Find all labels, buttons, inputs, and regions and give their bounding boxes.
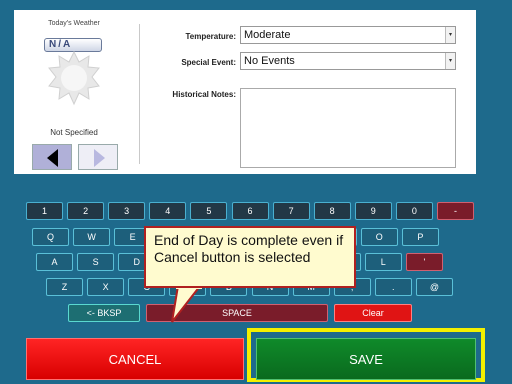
key-0-5[interactable]: 6 xyxy=(231,202,269,220)
weather-title: Today's Weather xyxy=(48,20,100,27)
weather-status: Not Specified xyxy=(50,128,98,137)
clear-key[interactable]: Clear xyxy=(334,304,412,322)
key-0-1[interactable]: 2 xyxy=(67,202,105,220)
weather-panel: Today's Weather N/A Not Specified Temper… xyxy=(14,10,476,174)
key-0-6[interactable]: 7 xyxy=(272,202,310,220)
sun-icon xyxy=(48,50,100,106)
key-1-9[interactable]: P xyxy=(401,228,439,246)
key-2-9[interactable]: ' xyxy=(405,253,443,271)
key-1-0[interactable]: Q xyxy=(32,228,69,246)
backspace-key[interactable]: <- BKSP xyxy=(68,304,140,322)
historical-notes-field[interactable] xyxy=(240,88,456,168)
historical-notes-label: Historical Notes: xyxy=(172,90,236,99)
key-0-10[interactable]: - xyxy=(437,202,474,220)
key-3-9[interactable]: @ xyxy=(415,278,453,296)
key-3-1[interactable]: X xyxy=(87,278,125,296)
key-0-8[interactable]: 9 xyxy=(354,202,392,220)
special-event-label: Special Event: xyxy=(181,58,236,67)
key-3-0[interactable]: Z xyxy=(46,278,83,296)
key-2-0[interactable]: A xyxy=(36,253,73,271)
key-2-8[interactable]: L xyxy=(364,253,402,271)
next-weather-button[interactable] xyxy=(78,144,118,170)
temperature-label: Temperature: xyxy=(185,32,236,41)
temperature-value: Moderate xyxy=(244,29,291,41)
key-0-2[interactable]: 3 xyxy=(108,202,146,220)
special-event-value: No Events xyxy=(244,55,295,67)
dropdown-arrow-icon[interactable]: ▾ xyxy=(445,53,455,69)
key-1-8[interactable]: O xyxy=(360,228,398,246)
callout-tail xyxy=(171,286,202,323)
arrow-left-icon xyxy=(47,149,58,167)
key-0-4[interactable]: 5 xyxy=(190,202,228,220)
temperature-select[interactable]: Moderate ▾ xyxy=(240,26,456,44)
info-callout: End of Day is complete even if Cancel bu… xyxy=(144,226,356,288)
key-3-8[interactable]: . xyxy=(374,278,412,296)
key-2-1[interactable]: S xyxy=(77,253,115,271)
key-0-0[interactable]: 1 xyxy=(26,202,63,220)
key-0-7[interactable]: 8 xyxy=(313,202,351,220)
key-0-9[interactable]: 0 xyxy=(395,202,433,220)
key-1-1[interactable]: W xyxy=(73,228,111,246)
cancel-button[interactable]: CANCEL xyxy=(26,338,244,380)
save-button[interactable]: SAVE xyxy=(256,338,476,380)
special-event-select[interactable]: No Events ▾ xyxy=(240,52,456,70)
dropdown-arrow-icon[interactable]: ▾ xyxy=(445,27,455,43)
key-0-3[interactable]: 4 xyxy=(149,202,187,220)
previous-weather-button[interactable] xyxy=(32,144,72,170)
arrow-right-icon xyxy=(94,149,105,167)
